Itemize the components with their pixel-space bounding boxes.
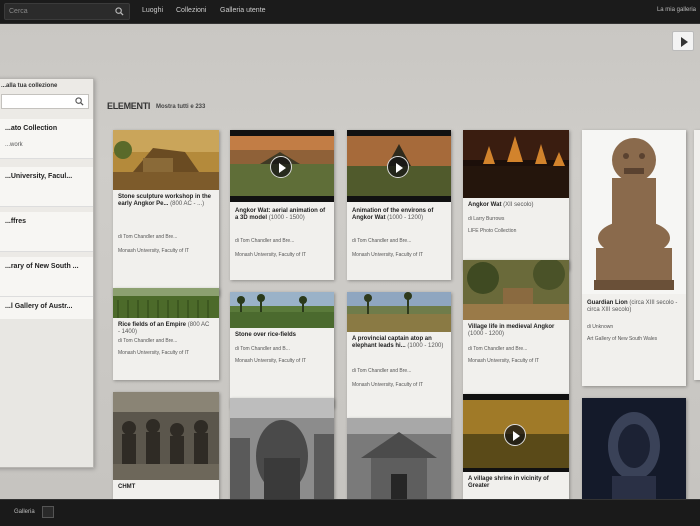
card-author: di Tom Chandler and Bre... (118, 234, 178, 240)
card-title: Angkor Wat (XII secolo) (468, 202, 534, 208)
card-source: Monash University, Faculty of IT (118, 248, 190, 254)
card-title: A village shrine in vicinity of Greater (468, 476, 549, 489)
item-card[interactable]: Village life in medieval Angkor (1000 - … (463, 260, 569, 394)
card-author: di Tom Chandler and Bre... (235, 238, 295, 244)
card-thumbnail (230, 292, 334, 328)
panel-search-field[interactable] (1, 94, 89, 109)
search-box[interactable] (4, 3, 130, 20)
video-play-icon[interactable] (387, 156, 409, 178)
item-card[interactable] (582, 398, 686, 499)
bottom-bar: Galleria (0, 499, 700, 526)
gallery-label: Galleria (14, 509, 35, 515)
panel-item-title: ...rary of New South ... (5, 263, 79, 270)
slideshow-play-button[interactable] (672, 31, 694, 51)
card-author: di Unknown (587, 324, 614, 330)
item-card[interactable] (230, 398, 334, 499)
card-title: A provincial captain atop an elephant le… (352, 336, 444, 349)
video-play-icon[interactable] (270, 156, 292, 178)
item-card[interactable]: CHMT (113, 392, 219, 499)
card-author: di Tom Chandler and Bre... (352, 368, 412, 374)
panel-item-title: ...ato Collection (5, 125, 58, 132)
panel-item-title: ...University, Facul... (5, 173, 73, 180)
card-title: Angkor Wat: aerial animation of a 3D mod… (235, 208, 326, 221)
card-thumbnail (463, 260, 569, 320)
card-source: Monash University, Faculty of IT (118, 350, 190, 356)
search-icon[interactable] (115, 7, 124, 16)
card-title: Animation of the environs of Angkor Wat … (352, 208, 434, 221)
card-source: Monash University, Faculty of IT (352, 252, 424, 258)
nav-places[interactable]: Luoghi (142, 7, 163, 14)
card-title: Stone over rice-fields (235, 332, 297, 338)
search-input[interactable] (9, 5, 113, 18)
section-title: ELEMENTI (107, 101, 151, 111)
card-author: di Tom Chandler and B... (235, 346, 290, 352)
card-title: CHMT (118, 484, 136, 490)
item-card[interactable]: Animation of the environs of Angkor Wat … (347, 130, 451, 280)
card-author: di Tom Chandler and Bre... (352, 238, 412, 244)
item-card[interactable]: Angkor Wat (XII secolo) di Larry Burrows… (463, 130, 569, 270)
panel-item-subtitle: ...work (5, 142, 23, 148)
item-card[interactable] (347, 418, 451, 499)
nav-collections[interactable]: Collezioni (176, 7, 206, 14)
card-thumbnail (582, 398, 686, 499)
gallery-toggle-button[interactable] (42, 506, 54, 518)
item-card[interactable]: Angkor Wat: aerial animation of a 3D mod… (230, 130, 334, 280)
top-bar: Luoghi Collezioni Galleria utente La mia… (0, 0, 700, 24)
panel-item[interactable]: ...rary of New South ... (0, 257, 93, 297)
panel-empty-area (0, 319, 93, 467)
card-source: Monash University, Faculty of IT (235, 252, 307, 258)
card-source: Monash University, Faculty of IT (235, 358, 307, 364)
item-card[interactable]: Stone over rice-fields di Tom Chandler a… (230, 292, 334, 408)
card-thumbnail (347, 418, 451, 499)
card-thumbnail (582, 130, 686, 294)
item-card[interactable]: Rice fields of an Empire (800 AC - 1400)… (113, 288, 219, 380)
card-author: di Larry Burrows (468, 216, 505, 222)
nav-user-gallery[interactable]: Galleria utente (220, 7, 266, 14)
panel-item[interactable]: ...ffres (0, 212, 93, 252)
video-play-icon[interactable] (504, 424, 526, 446)
card-source: Art Gallery of New South Wales (587, 336, 658, 342)
item-card[interactable]: Stone sculpture workshop in the early An… (113, 130, 219, 296)
item-card-partial[interactable] (694, 130, 700, 380)
panel-header: ...alla tua collezione (1, 83, 58, 89)
card-source: Monash University, Faculty of IT (352, 382, 424, 388)
item-card[interactable]: Guardian Lion (circa XIII secolo - circa… (582, 130, 686, 386)
gallery-canvas: ...alla tua collezione ...ato Collection… (0, 24, 700, 499)
item-card[interactable]: A provincial captain atop an elephant le… (347, 292, 451, 418)
panel-item[interactable]: ...ato Collection ...work (0, 119, 93, 159)
card-author: di Tom Chandler and Bre... (468, 346, 528, 352)
card-thumbnail (113, 288, 219, 318)
card-title: Rice fields of an Empire (800 AC - 1400) (118, 322, 210, 335)
panel-item-title: ...ffres (5, 218, 27, 225)
panel-item-title: ...l Gallery of Austr... (5, 303, 73, 310)
card-source: Monash University, Faculty of IT (468, 358, 540, 364)
card-thumbnail (347, 292, 451, 332)
card-thumbnail (113, 392, 219, 480)
item-card[interactable]: A village shrine in vicinity of Greater (463, 394, 569, 499)
collections-panel: ...alla tua collezione ...ato Collection… (0, 78, 94, 468)
search-icon[interactable] (75, 97, 84, 106)
card-title: Guardian Lion (circa XIII secolo - circa… (587, 300, 678, 313)
card-thumbnail (230, 398, 334, 499)
card-author: di Tom Chandler and Bre... (118, 338, 178, 344)
card-title: Stone sculpture workshop in the early An… (118, 194, 212, 207)
show-all-link[interactable]: Mostra tutti e 233 (156, 104, 205, 110)
card-title: Village life in medieval Angkor (1000 - … (468, 324, 555, 337)
card-thumbnail (463, 130, 569, 198)
my-gallery-link[interactable]: La mia galleria (657, 7, 696, 13)
card-thumbnail (113, 130, 219, 190)
panel-item[interactable]: ...University, Facul... (0, 167, 93, 207)
card-source: LIFE Photo Collection (468, 228, 517, 234)
